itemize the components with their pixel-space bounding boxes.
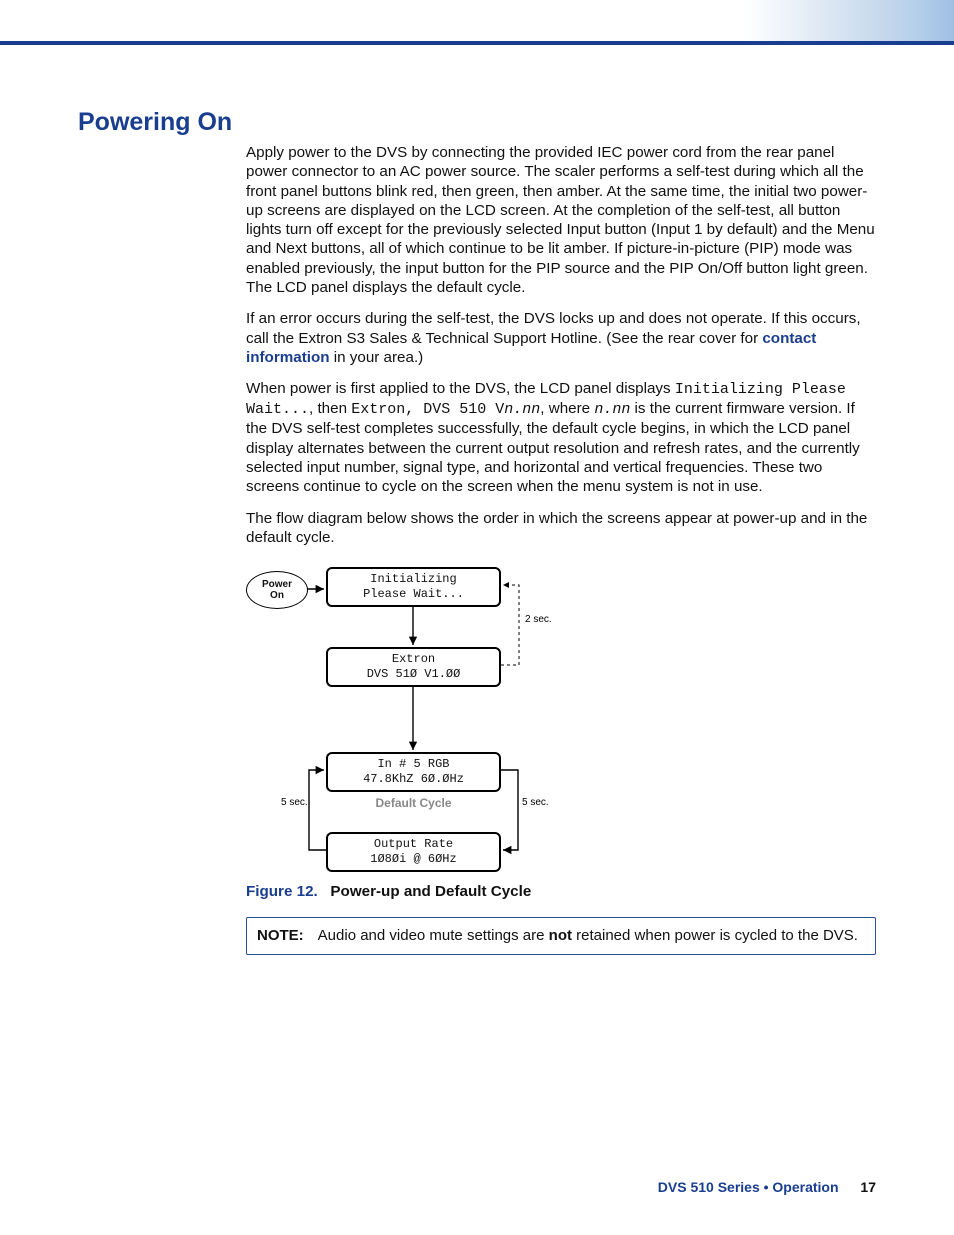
paragraph: If an error occurs during the self-test,… bbox=[246, 309, 876, 367]
page-footer: DVS 510 Series • Operation 17 bbox=[658, 1179, 876, 1195]
paragraph: The flow diagram below shows the order i… bbox=[246, 509, 876, 548]
text-run: in your area.) bbox=[330, 349, 424, 366]
header-accent-bar bbox=[0, 0, 954, 45]
paragraph: When power is first applied to the DVS, … bbox=[246, 379, 876, 496]
page-content: Powering On Apply power to the DVS by co… bbox=[0, 45, 954, 1235]
text-run: When power is first applied to the DVS, … bbox=[246, 380, 675, 397]
flow-diagram: Power On Initializing Please Wait... Ext… bbox=[246, 559, 556, 874]
lcd-text-variable: n.nn bbox=[594, 401, 630, 418]
text-run: Audio and video mute settings are bbox=[318, 927, 549, 944]
note-box: NOTE: Audio and video mute settings are … bbox=[246, 917, 876, 955]
default-cycle-label: Default Cycle bbox=[326, 796, 501, 811]
lcd-screen-output: Output Rate 1Ø8Øi @ 6ØHz bbox=[326, 832, 501, 872]
delay-label-2sec: 2 sec. bbox=[525, 614, 552, 627]
text-run: , where bbox=[540, 400, 594, 417]
lcd-screen-input: In # 5 RGB 47.8KhZ 6Ø.ØHz bbox=[326, 752, 501, 792]
text-run: , then bbox=[309, 400, 351, 417]
lcd-line: DVS 51Ø V1.ØØ bbox=[367, 667, 461, 681]
body-column: Apply power to the DVS by connecting the… bbox=[246, 143, 876, 955]
lcd-line: Extron bbox=[392, 652, 435, 666]
text-run: retained when power is cycled to the DVS… bbox=[572, 927, 858, 944]
note-text: Audio and video mute settings are not re… bbox=[318, 926, 858, 946]
lcd-text: Extron, DVS 510 V bbox=[351, 401, 504, 418]
figure-caption: Figure 12. Power-up and Default Cycle bbox=[246, 882, 876, 901]
footer-series: DVS 510 Series • Operation bbox=[658, 1179, 839, 1195]
paragraph: Apply power to the DVS by connecting the… bbox=[246, 143, 876, 297]
delay-label-5sec-left: 5 sec. bbox=[281, 797, 308, 810]
power-on-label-line2: On bbox=[270, 590, 284, 601]
power-on-label-line1: Power bbox=[262, 579, 292, 590]
lcd-line: Initializing bbox=[370, 572, 456, 586]
lcd-screen-initializing: Initializing Please Wait... bbox=[326, 567, 501, 607]
lcd-text-variable: n.nn bbox=[504, 401, 540, 418]
note-label: NOTE: bbox=[257, 926, 304, 946]
figure-title: Power-up and Default Cycle bbox=[330, 883, 531, 900]
lcd-line: 1Ø8Øi @ 6ØHz bbox=[370, 852, 456, 866]
figure-number: Figure 12. bbox=[246, 883, 318, 900]
lcd-line: Output Rate bbox=[374, 837, 453, 851]
lcd-line: Please Wait... bbox=[363, 587, 464, 601]
delay-label-5sec-right: 5 sec. bbox=[522, 797, 549, 810]
text-bold: not bbox=[549, 927, 572, 944]
power-on-node: Power On bbox=[246, 571, 308, 609]
lcd-line: In # 5 RGB bbox=[377, 757, 449, 771]
section-heading: Powering On bbox=[78, 108, 876, 137]
lcd-screen-version: Extron DVS 51Ø V1.ØØ bbox=[326, 647, 501, 687]
lcd-line: 47.8KhZ 6Ø.ØHz bbox=[363, 772, 464, 786]
footer-page-number: 17 bbox=[860, 1179, 876, 1195]
